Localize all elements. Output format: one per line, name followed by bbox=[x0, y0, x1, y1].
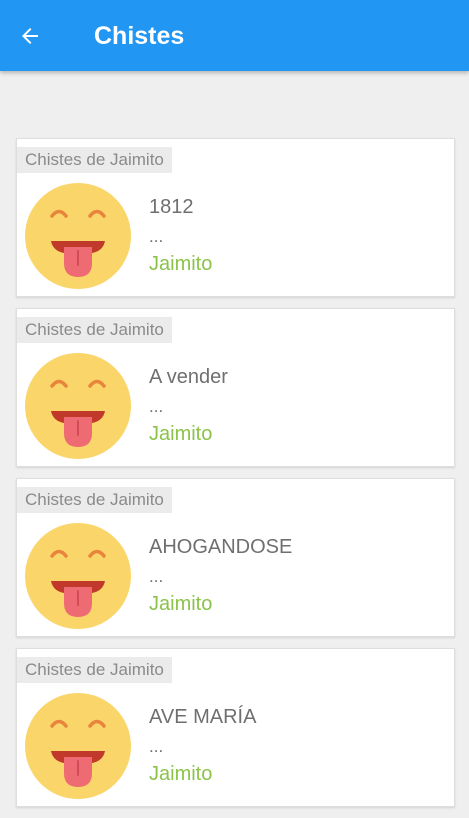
joke-title: A vender bbox=[149, 366, 228, 388]
joke-author: Jaimito bbox=[149, 423, 213, 445]
app-bar: Chistes bbox=[0, 0, 469, 71]
category-label: Chistes de Jaimito bbox=[17, 657, 172, 683]
joke-preview: ... bbox=[149, 567, 164, 586]
joke-author: Jaimito bbox=[149, 763, 213, 785]
joke-title: AVE MARÍA bbox=[149, 706, 257, 728]
joke-preview: ... bbox=[149, 737, 164, 756]
arrow-left-icon bbox=[22, 28, 38, 44]
joke-preview: ... bbox=[149, 397, 164, 416]
tongue-out-emoji-icon bbox=[25, 353, 131, 459]
tongue-out-emoji-icon bbox=[25, 693, 131, 799]
joke-preview: ... bbox=[149, 227, 164, 246]
joke-card[interactable]: Chistes de Jaimito AVE MARÍA ... Jaimito bbox=[16, 648, 455, 807]
joke-author: Jaimito bbox=[149, 593, 213, 615]
tongue-out-emoji-icon bbox=[25, 523, 131, 629]
joke-author: Jaimito bbox=[149, 253, 213, 275]
back-button[interactable] bbox=[14, 20, 46, 52]
joke-title: 1812 bbox=[149, 196, 194, 218]
category-label: Chistes de Jaimito bbox=[17, 147, 172, 173]
category-label: Chistes de Jaimito bbox=[17, 487, 172, 513]
category-label: Chistes de Jaimito bbox=[17, 317, 172, 343]
page-title: Chistes bbox=[94, 22, 185, 50]
joke-card[interactable]: Chistes de Jaimito AHOGANDOSE ... Jaimit… bbox=[16, 478, 455, 637]
tongue-out-emoji-icon bbox=[25, 183, 131, 289]
jokes-list: Chistes de Jaimito 1812 ... Jaimito Chis… bbox=[16, 138, 455, 818]
joke-card[interactable]: Chistes de Jaimito 1812 ... Jaimito bbox=[16, 138, 455, 297]
joke-card[interactable]: Chistes de Jaimito A vender ... Jaimito bbox=[16, 308, 455, 467]
joke-title: AHOGANDOSE bbox=[149, 536, 293, 558]
